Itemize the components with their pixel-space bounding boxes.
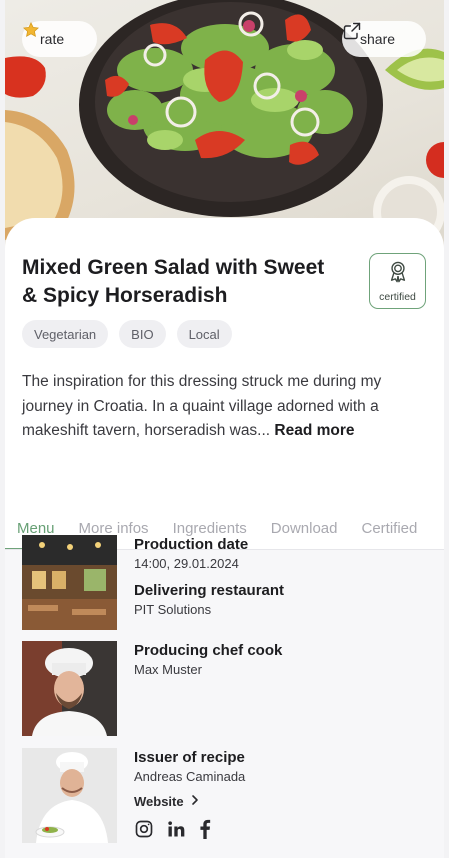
chef-value: Max Muster <box>134 662 202 677</box>
chef-label: Producing chef cook <box>134 642 283 659</box>
issuer-photo <box>22 748 117 843</box>
certified-badge[interactable]: certified <box>369 253 426 309</box>
restaurant-photo <box>22 535 117 630</box>
restaurant-info: Production date 14:00, 29.01.2024 Delive… <box>134 535 424 627</box>
issuer-value: Andreas Caminada <box>134 769 246 784</box>
share-button[interactable]: share <box>342 21 426 57</box>
list-item: Production date 14:00, 29.01.2024 Delive… <box>22 535 432 635</box>
share-label: share <box>360 31 396 47</box>
certified-label: certified <box>379 290 416 303</box>
read-more-link[interactable]: Read more <box>274 422 354 439</box>
restaurant-value: PIT Solutions <box>134 602 212 617</box>
list-item: Producing chef cook Max Muster <box>22 641 432 741</box>
chef-photo <box>22 641 117 736</box>
instagram-icon[interactable] <box>134 819 154 839</box>
production-date-label: Production date <box>134 536 249 553</box>
restaurant-label: Delivering restaurant <box>134 582 285 599</box>
tag-vegetarian[interactable]: Vegetarian <box>22 320 109 348</box>
website-link[interactable]: Website <box>134 794 424 809</box>
recipe-screen: rate share Mixed Green Salad with Sweet … <box>5 0 444 858</box>
list-item: Issuer of recipe Andreas Caminada Websit… <box>22 748 432 848</box>
facebook-icon[interactable] <box>198 819 212 839</box>
rate-label: rate <box>40 31 65 47</box>
tag-local[interactable]: Local <box>176 320 232 348</box>
recipe-description: The inspiration for this dressing struck… <box>22 370 427 444</box>
chevron-right-icon <box>190 794 200 809</box>
issuer-info: Issuer of recipe Andreas Caminada Websit… <box>134 748 424 839</box>
hero-image: rate share <box>5 0 444 250</box>
website-label: Website <box>134 794 184 809</box>
award-ribbon-icon <box>387 260 409 289</box>
social-links <box>134 819 424 839</box>
rate-button[interactable]: rate <box>22 21 97 57</box>
tag-list: Vegetarian BIO Local <box>22 320 232 348</box>
issuer-label: Issuer of recipe <box>134 749 245 766</box>
production-date-value: 14:00, 29.01.2024 <box>134 556 239 571</box>
recipe-title: Mixed Green Salad with Sweet & Spicy Hor… <box>22 256 325 307</box>
recipe-card: Mixed Green Salad with Sweet & Spicy Hor… <box>5 218 444 508</box>
linkedin-icon[interactable] <box>166 819 186 839</box>
tag-bio[interactable]: BIO <box>119 320 166 348</box>
chef-info: Producing chef cook Max Muster <box>134 641 424 687</box>
